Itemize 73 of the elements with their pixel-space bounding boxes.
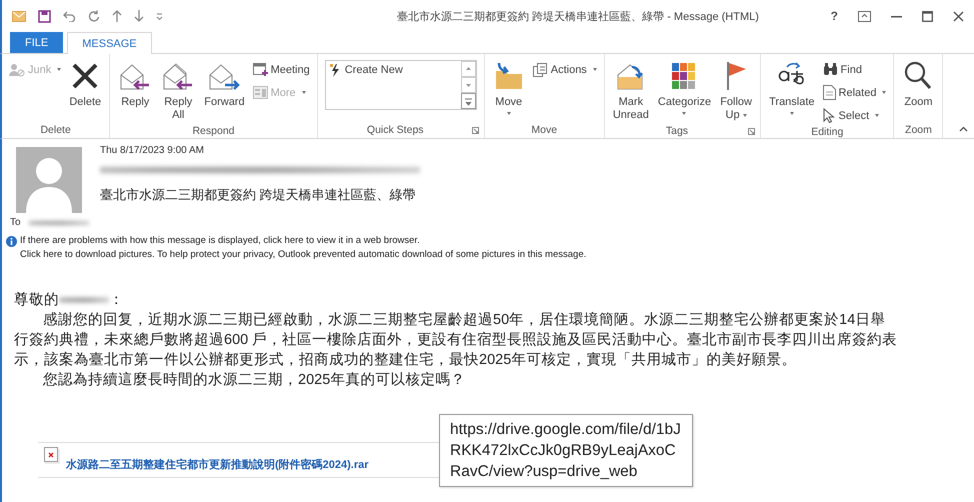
delete-icon — [71, 62, 100, 90]
down-arrow-icon[interactable] — [134, 10, 144, 22]
undo-icon[interactable] — [63, 10, 76, 22]
ribbon-button[interactable]: Reply — [115, 57, 156, 111]
people-icon — [9, 62, 25, 76]
mail-icon[interactable] — [12, 10, 26, 22]
to-label: To — [10, 217, 21, 228]
info-bar-text[interactable]: Click here to download pictures. To help protect your privacy, Outlook prevented automatic download of some pictures in this message. — [20, 249, 586, 260]
ribbon-tab[interactable]: MESSAGE — [67, 32, 152, 54]
ribbon-button[interactable]: Move — [490, 57, 528, 117]
zoom-icon — [904, 60, 932, 90]
lightning-icon — [330, 64, 339, 77]
ribbon-display-icon[interactable] — [858, 10, 871, 22]
info-bar-text[interactable]: If there are problems with how this message is displayed, click here to view it in a web browser. — [20, 235, 586, 246]
color-grid-icon — [671, 62, 698, 90]
ribbon-tab[interactable]: FILE — [10, 32, 64, 53]
minimize-icon[interactable] — [891, 14, 902, 18]
message-date: Thu 8/17/2023 9:00 AM — [100, 145, 205, 156]
attachment-link[interactable]: 水源路二至五期整建住宅都市更新推動說明(附件密碼2024).rar — [66, 457, 369, 472]
documents-icon — [532, 62, 548, 76]
blurred-name — [59, 295, 109, 305]
help-button[interactable]: ? — [830, 9, 838, 23]
body-paragraph: 您認為持續這麼長時間的水源二三期，2025年真的可以核定嗎？ — [42, 370, 466, 390]
close-icon[interactable] — [953, 10, 964, 22]
ribbon-button[interactable]: Categorize — [654, 57, 714, 117]
group-label: Delete — [39, 124, 72, 136]
collapse-ribbon-icon[interactable] — [959, 126, 968, 132]
flag-icon — [724, 60, 748, 90]
body-paragraph: 感謝您的回复，近期水源二三期已經啟動，水源二三期整宅屋齡超過50年，居住環境簡陋。水源二三期整宅公辦都更案於14日舉行簽約典禮，未來總戶數將超過600 戶，社區一樓除店面外，更設有住宿型長照設施及區民活動中心。臺北市副市長李四川出席簽約表示，該案為臺北市第一件以公辦都更形式，招商成功的整建住宅，最快2025年可核定，實現「共用城市」的美好願景。 — [14, 310, 898, 370]
greeting-punctuation: ： — [109, 291, 124, 310]
customize-icon[interactable] — [156, 12, 163, 20]
ribbon-button[interactable]: Find — [820, 59, 888, 80]
window-title: 臺北市水源二三期都更簽約 跨堤天橋串連社區藍、綠帶 - Message (HTML) — [396, 10, 760, 24]
quick-step-item[interactable]: Create New — [326, 61, 461, 81]
ribbon-button[interactable]: Translate — [766, 57, 818, 117]
dialog-launcher-icon[interactable] — [472, 126, 479, 134]
ribbon-button[interactable]: Actions — [530, 59, 599, 80]
group-label: Quick Steps — [366, 124, 425, 136]
info-icon — [6, 236, 17, 247]
ribbon-button[interactable]: Zoom — [899, 57, 938, 111]
ribbon-button[interactable]: Meeting — [250, 59, 312, 80]
binoculars-icon — [822, 63, 838, 76]
scroll-up-icon[interactable] — [460, 61, 476, 77]
ribbon-button[interactable]: Related — [820, 82, 888, 103]
save-icon[interactable] — [38, 10, 51, 22]
ribbon-button[interactable]: Mark Unread — [610, 57, 652, 124]
message-subject: 臺北市水源二三期都更簽約 跨堤天橋串連社區藍、綠帶 — [100, 186, 417, 204]
dialog-launcher-icon[interactable] — [748, 128, 756, 134]
broken-image-icon — [44, 447, 60, 464]
group-label: Zoom — [904, 124, 933, 136]
greeting-text: 尊敬的 — [14, 290, 59, 310]
ribbon-button[interactable]: Delete — [66, 57, 104, 111]
ribbon-button[interactable]: Forward — [201, 57, 248, 111]
redo-icon[interactable] — [88, 10, 100, 22]
up-arrow-icon[interactable] — [112, 10, 122, 22]
link-tooltip: https://drive.google.com/file/d/1bJRKK472lxCcJk0gRB9yLeajAxoCRavC/view?usp=drive_web — [439, 414, 693, 487]
pointer-icon — [822, 108, 836, 123]
ribbon-button[interactable]: Reply All — [158, 57, 198, 124]
group-label: Move — [530, 124, 558, 136]
ribbon-button[interactable]: Follow Up — [717, 57, 756, 124]
maximize-icon[interactable] — [922, 10, 933, 22]
expand-gallery-icon[interactable] — [460, 93, 476, 109]
folder-arrow-icon — [494, 60, 524, 90]
avatar-silhouette — [16, 147, 82, 213]
group-label: Tags — [664, 125, 690, 137]
document-icon — [822, 85, 836, 100]
calendar-icon — [252, 63, 268, 76]
ribbon-button[interactable]: Select — [820, 105, 888, 126]
group-label: Editing — [810, 126, 844, 138]
scroll-down-icon[interactable] — [460, 77, 476, 93]
window-icon — [252, 86, 268, 99]
blurred-recipient — [28, 218, 89, 226]
group-label: Respond — [191, 125, 236, 137]
